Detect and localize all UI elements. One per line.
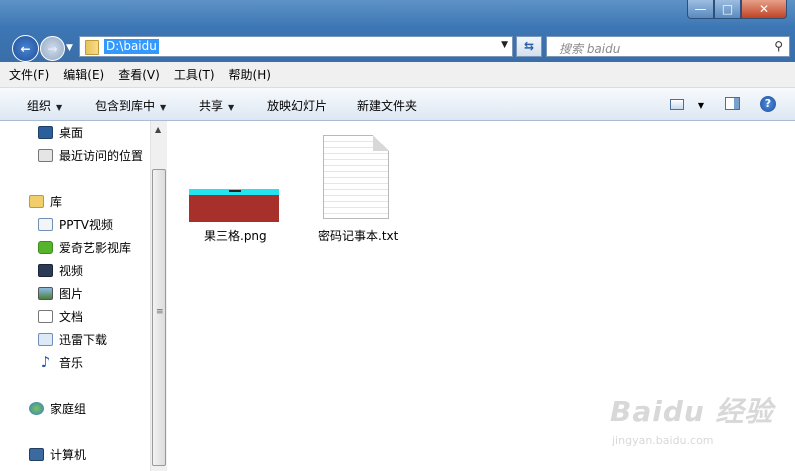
computer-icon [29, 447, 44, 461]
nav-item-recent-places[interactable]: 最近访问的位置 [38, 145, 143, 165]
new-folder-label: 新建文件夹 [357, 99, 418, 113]
nav-item-label: PPTV视频 [59, 217, 114, 232]
recent-pages-dropdown[interactable]: ▼ [66, 43, 73, 53]
refresh-icon: ⇆ [523, 39, 535, 53]
text-file-icon[interactable] [323, 135, 389, 219]
include-in-library-label: 包含到库中 [95, 99, 156, 113]
nav-item-homegroup[interactable]: 家庭组 [29, 398, 86, 418]
recent-places-icon [38, 148, 53, 162]
thumbnail-body [189, 195, 279, 222]
nav-item-music[interactable]: ♪ 音乐 [38, 352, 83, 372]
homegroup-icon [29, 401, 44, 415]
slideshow-label: 放映幻灯片 [267, 99, 328, 113]
file-name-png[interactable]: 果三格.png [204, 227, 267, 244]
nav-item-desktop[interactable]: 桌面 [38, 122, 83, 142]
chevron-down-icon: ▼ [160, 103, 167, 112]
include-in-library-button[interactable]: 包含到库中 ▼ [95, 97, 166, 114]
preview-pane-button[interactable] [725, 97, 740, 113]
refresh-button[interactable]: ⇆ [516, 36, 542, 57]
scroll-up-icon[interactable]: ▲ [155, 125, 161, 134]
forward-button[interactable]: → [40, 36, 65, 61]
view-icon [670, 99, 684, 110]
nav-item-label: 桌面 [59, 125, 84, 140]
nav-item-computer[interactable]: 计算机 [29, 444, 86, 464]
title-bar: — □ ✕ ← → ▼ D:\baidu ▼ ⇆ 搜索 baidu ⚲ [0, 0, 795, 62]
nav-item-iqiyi[interactable]: 爱奇艺影视库 [38, 237, 131, 257]
page-fold-icon [373, 135, 389, 151]
download-icon [38, 332, 53, 346]
slideshow-button[interactable]: 放映幻灯片 [267, 97, 327, 114]
preview-pane-icon [725, 97, 740, 110]
menu-tools[interactable]: 工具(T) [174, 66, 215, 83]
search-box[interactable]: 搜索 baidu ⚲ [546, 36, 790, 57]
chevron-down-icon[interactable]: ▼ [501, 40, 508, 50]
nav-item-label: 家庭组 [50, 401, 87, 416]
navigation-pane: 桌面 最近访问的位置 库 PPTV视频 爱奇艺影视库 视频 图片 文档 迅雷下载… [0, 121, 150, 471]
nav-item-label: 最近访问的位置 [59, 148, 144, 163]
nav-item-label: 文档 [59, 309, 84, 324]
menu-file[interactable]: 文件(F) [9, 66, 49, 83]
nav-item-label: 迅雷下载 [59, 332, 108, 347]
chevron-down-icon: ▼ [56, 103, 63, 112]
nav-item-label: 计算机 [50, 447, 87, 462]
back-arrow-icon: ← [20, 41, 31, 56]
nav-item-pptv[interactable]: PPTV视频 [38, 214, 113, 234]
desktop-icon [38, 125, 53, 139]
file-name-txt[interactable]: 密码记事本.txt [318, 227, 398, 244]
nav-pane-scrollbar[interactable]: ▲ ≡ [150, 121, 167, 471]
documents-icon [38, 309, 53, 323]
folder-icon [85, 40, 99, 55]
nav-item-label: 图片 [59, 286, 84, 301]
pictures-icon [38, 286, 53, 300]
library-icon [29, 194, 44, 208]
help-icon: ? [760, 96, 776, 112]
back-button[interactable]: ← [12, 35, 39, 62]
video-icon [38, 263, 53, 277]
music-icon: ♪ [40, 353, 51, 371]
minimize-button[interactable]: — [687, 0, 714, 19]
baidu-jingyan-watermark: Baidu 经验 jingyan.baidu.com [610, 390, 774, 447]
watermark-url: jingyan.baidu.com [612, 434, 714, 447]
scrollbar-thumb[interactable]: ≡ [152, 169, 166, 466]
maximize-button[interactable]: □ [714, 0, 741, 19]
forward-arrow-icon: → [47, 41, 58, 56]
window-controls: — □ ✕ [687, 0, 787, 19]
file-item-png-thumbnail[interactable] [189, 189, 279, 222]
menu-view[interactable]: 查看(V) [118, 66, 160, 83]
organize-label: 组织 [27, 99, 52, 113]
nav-item-label: 视频 [59, 263, 84, 278]
video-library-icon [38, 217, 53, 231]
menu-help[interactable]: 帮助(H) [229, 66, 271, 83]
nav-item-label: 库 [50, 194, 63, 209]
nav-item-videos[interactable]: 视频 [38, 260, 83, 280]
thumbnail-notch [229, 190, 241, 192]
menu-edit[interactable]: 编辑(E) [63, 66, 104, 83]
command-bar: 组织 ▼ 包含到库中 ▼ 共享 ▼ 放映幻灯片 新建文件夹 ▼ ? [0, 88, 795, 121]
nav-item-label: 爱奇艺影视库 [59, 240, 132, 255]
grip-icon: ≡ [156, 307, 164, 317]
organize-button[interactable]: 组织 ▼ [27, 97, 62, 114]
help-button[interactable]: ? [760, 96, 776, 112]
chevron-down-icon: ▼ [697, 101, 704, 110]
nav-item-documents[interactable]: 文档 [38, 306, 83, 326]
new-folder-button[interactable]: 新建文件夹 [357, 97, 417, 114]
nav-item-pictures[interactable]: 图片 [38, 283, 83, 303]
watermark-brand: Baidu 经验 [610, 395, 774, 428]
address-bar[interactable]: D:\baidu ▼ [79, 36, 513, 57]
address-path[interactable]: D:\baidu [104, 39, 159, 54]
nav-item-libraries[interactable]: 库 [29, 191, 62, 211]
change-view-button[interactable]: ▼ [670, 97, 704, 111]
iqiyi-icon [38, 240, 53, 254]
close-button[interactable]: ✕ [741, 0, 787, 19]
nav-item-thunder-downloads[interactable]: 迅雷下载 [38, 329, 107, 349]
chevron-down-icon: ▼ [228, 103, 235, 112]
search-placeholder[interactable]: 搜索 baidu [559, 40, 620, 57]
menu-bar: 文件(F) 编辑(E) 查看(V) 工具(T) 帮助(H) [0, 62, 795, 88]
nav-item-label: 音乐 [59, 355, 84, 370]
share-button[interactable]: 共享 ▼ [199, 97, 234, 114]
search-icon[interactable]: ⚲ [774, 39, 783, 53]
share-label: 共享 [199, 99, 224, 113]
